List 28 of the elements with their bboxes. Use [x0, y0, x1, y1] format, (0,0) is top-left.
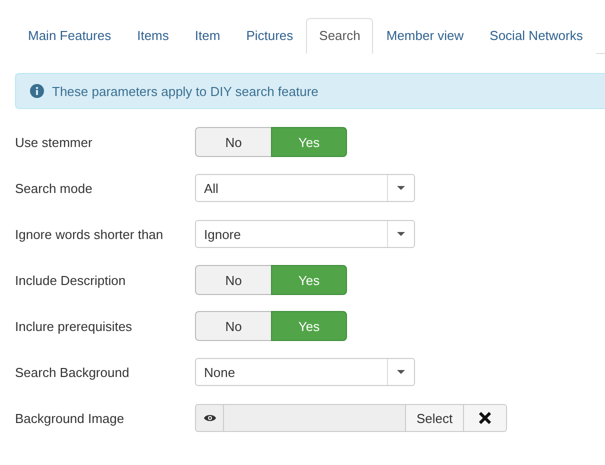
select-value: None — [203, 364, 236, 380]
field-label: Use stemmer — [15, 134, 94, 150]
caret-icon — [397, 186, 405, 190]
select-button[interactable]: Select — [406, 404, 464, 432]
toggle-option[interactable]: No — [195, 127, 271, 157]
toggle-option[interactable]: No — [195, 311, 271, 341]
toggle-option[interactable]: No — [195, 265, 271, 295]
preview-button[interactable] — [195, 404, 224, 432]
clear-button[interactable] — [464, 404, 507, 432]
info-icon — [30, 84, 44, 98]
field-label: Background Image — [15, 410, 126, 426]
caret-icon — [397, 232, 405, 236]
alert-text: These parameters apply to DIY search feature — [52, 84, 318, 98]
field-label: Include Description — [15, 272, 127, 288]
caret-icon — [397, 370, 405, 374]
dropdown-select[interactable]: Ignore — [195, 220, 415, 248]
eye-icon — [204, 414, 216, 422]
dropdown-select[interactable]: All — [195, 174, 415, 202]
field-label: Search mode — [15, 180, 94, 196]
field-label: Ignore words shorter than — [15, 226, 164, 242]
tab[interactable]: Search — [306, 18, 374, 54]
dropdown-select[interactable]: None — [195, 358, 415, 386]
select-value: All — [203, 180, 220, 196]
field-label: Search Background — [15, 364, 130, 380]
select-value: Ignore — [203, 226, 242, 242]
close-icon — [478, 412, 491, 424]
image-path-field[interactable] — [224, 404, 406, 432]
field-label: Inclure prerequisites — [15, 318, 134, 334]
